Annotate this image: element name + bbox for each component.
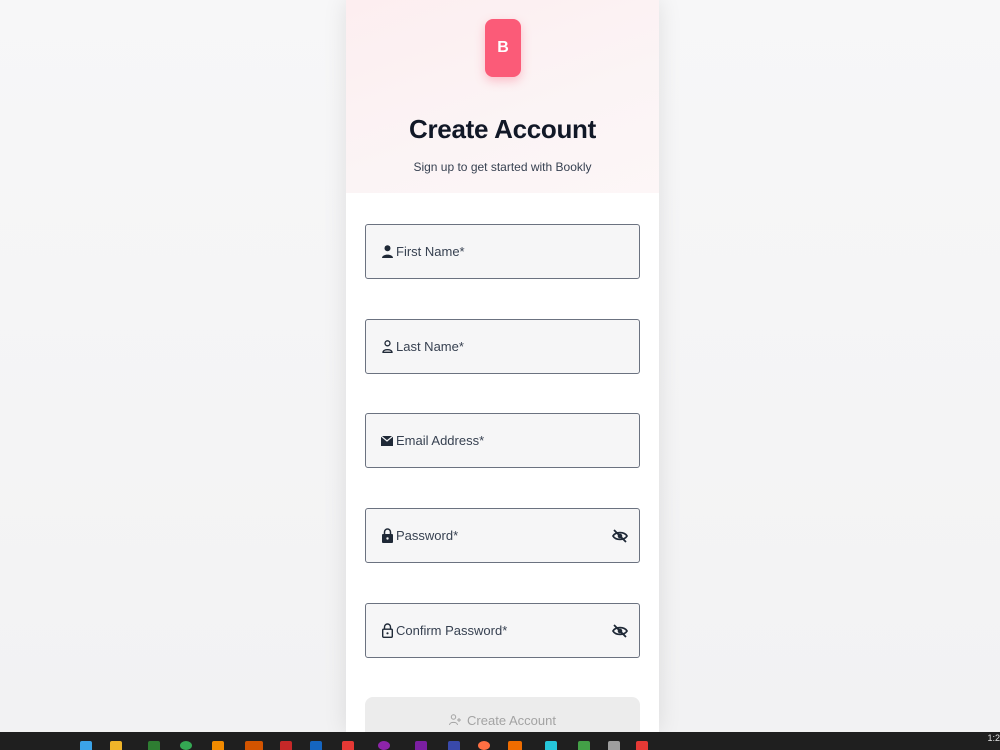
page-background: B Create Account Sign up to get started … — [0, 0, 1000, 732]
taskbar-app-icon[interactable] — [578, 741, 590, 750]
taskbar-app-icon[interactable] — [478, 741, 490, 750]
taskbar-app-icon[interactable] — [636, 741, 648, 750]
user-icon — [380, 244, 394, 260]
taskbar-app-icon[interactable] — [212, 741, 224, 750]
email-label: Email Address* — [396, 433, 485, 448]
taskbar-app-icon[interactable] — [280, 741, 292, 750]
taskbar-app-icon[interactable] — [608, 741, 620, 750]
os-taskbar: 1:2 — [0, 732, 1000, 750]
brand-logo-letter: B — [497, 39, 509, 56]
password-field[interactable]: Password* — [365, 508, 640, 563]
taskbar-app-icon[interactable] — [342, 741, 354, 750]
confirm-password-field[interactable]: Confirm Password* — [365, 603, 640, 658]
page-title: Create Account — [409, 114, 596, 144]
taskbar-app-icon[interactable] — [180, 741, 192, 750]
taskbar-clock[interactable]: 1:2 — [987, 733, 1000, 743]
user-outline-icon — [380, 339, 394, 355]
confirm-password-label: Confirm Password* — [396, 623, 508, 638]
user-plus-icon — [449, 714, 462, 726]
mail-icon — [380, 433, 394, 449]
lock-icon — [380, 528, 394, 544]
taskbar-app-icon[interactable] — [545, 741, 557, 750]
signup-card: B Create Account Sign up to get started … — [346, 0, 659, 732]
lock-outline-icon — [380, 623, 394, 639]
last-name-field[interactable]: Last Name* — [365, 319, 640, 374]
create-account-label: Create Account — [467, 712, 556, 728]
taskbar-app-icon[interactable] — [415, 741, 427, 750]
taskbar-app-icon[interactable] — [245, 741, 263, 750]
first-name-label: First Name* — [396, 244, 465, 259]
last-name-label: Last Name* — [396, 339, 464, 354]
taskbar-app-icon[interactable] — [148, 741, 160, 750]
first-name-field[interactable]: First Name* — [365, 224, 640, 279]
start-icon[interactable] — [80, 741, 92, 750]
taskbar-app-icon[interactable] — [378, 741, 390, 750]
password-label: Password* — [396, 528, 459, 543]
email-field[interactable]: Email Address* — [365, 413, 640, 468]
create-account-button[interactable]: Create Account — [365, 697, 640, 732]
taskbar-app-icon[interactable] — [448, 741, 460, 750]
taskbar-app-icon[interactable] — [110, 741, 122, 750]
taskbar-app-icon[interactable] — [508, 741, 522, 750]
card-header: B Create Account Sign up to get started … — [346, 0, 659, 193]
brand-logo: B — [485, 19, 521, 77]
page-subtitle: Sign up to get started with Bookly — [413, 160, 592, 174]
taskbar-app-icon[interactable] — [310, 741, 322, 750]
eye-off-icon[interactable] — [611, 527, 629, 545]
eye-off-icon[interactable] — [611, 622, 629, 640]
